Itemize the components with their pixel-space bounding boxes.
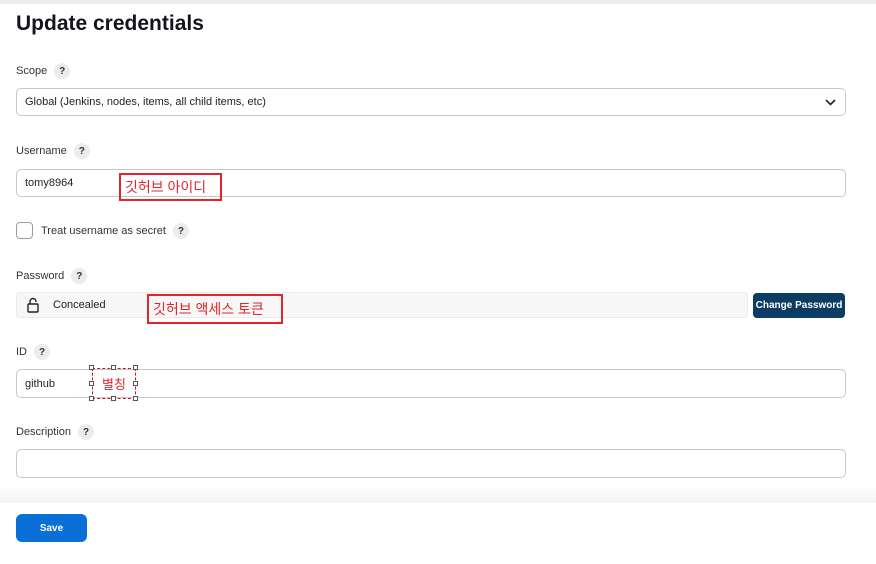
- save-button[interactable]: Save: [16, 514, 87, 542]
- scope-label: Scope: [16, 65, 48, 77]
- scope-help-icon[interactable]: ?: [54, 63, 71, 79]
- footer-bar: [0, 503, 876, 564]
- id-annotation: 별칭: [92, 368, 136, 399]
- resize-handle[interactable]: [89, 365, 94, 370]
- username-label-row: Username ?: [16, 143, 90, 159]
- resize-handle[interactable]: [111, 396, 116, 401]
- resize-handle[interactable]: [133, 365, 138, 370]
- treat-secret-help-icon[interactable]: ?: [172, 223, 189, 239]
- username-help-icon[interactable]: ?: [73, 143, 90, 159]
- resize-handle[interactable]: [111, 365, 116, 370]
- description-input[interactable]: [16, 449, 846, 478]
- password-concealed-box: Concealed: [16, 292, 748, 318]
- treat-secret-checkbox[interactable]: [16, 222, 33, 239]
- description-label: Description: [16, 426, 72, 438]
- resize-handle[interactable]: [133, 396, 138, 401]
- resize-handle[interactable]: [133, 381, 138, 386]
- password-annotation-text: 깃허브 액세스 토큰: [153, 301, 264, 317]
- page-title: Update credentials: [16, 12, 204, 35]
- id-annotation-text: 별칭: [102, 377, 126, 392]
- password-status: Concealed: [53, 299, 106, 311]
- resize-handle[interactable]: [89, 396, 94, 401]
- scope-select[interactable]: Global (Jenkins, nodes, items, all child…: [16, 88, 846, 116]
- footer-shadow: [0, 486, 876, 504]
- change-password-button[interactable]: Change Password: [753, 293, 845, 318]
- resize-handle[interactable]: [89, 381, 94, 386]
- password-label-row: Password ?: [16, 268, 88, 284]
- password-annotation: 깃허브 액세스 토큰: [147, 294, 283, 324]
- treat-secret-label-row: Treat username as secret ?: [41, 223, 189, 239]
- username-annotation: 깃허브 아이디: [119, 173, 222, 201]
- password-label: Password: [16, 270, 65, 282]
- treat-secret-label: Treat username as secret: [41, 225, 166, 237]
- chevron-down-icon: [825, 99, 836, 106]
- username-annotation-text: 깃허브 아이디: [125, 179, 207, 195]
- id-value: github: [25, 377, 55, 390]
- description-label-row: Description ?: [16, 424, 95, 440]
- id-label: ID: [16, 346, 27, 358]
- description-help-icon[interactable]: ?: [78, 424, 95, 440]
- username-value: tomy8964: [25, 177, 74, 189]
- scope-select-value: Global (Jenkins, nodes, items, all child…: [25, 96, 266, 108]
- username-label: Username: [16, 145, 67, 157]
- password-help-icon[interactable]: ?: [71, 268, 88, 284]
- id-label-row: ID ?: [16, 344, 50, 360]
- top-divider: [0, 0, 876, 4]
- id-help-icon[interactable]: ?: [34, 344, 50, 360]
- lock-icon: [27, 297, 39, 313]
- id-input[interactable]: github: [16, 369, 846, 398]
- scope-label-row: Scope ?: [16, 63, 71, 79]
